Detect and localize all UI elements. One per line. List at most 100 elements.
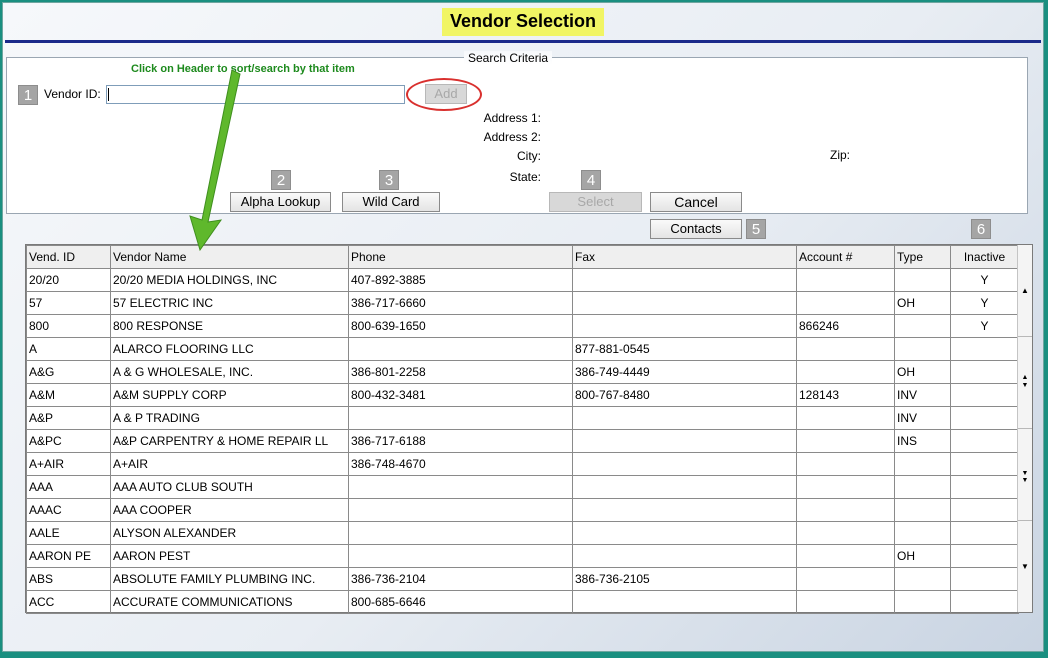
account-cell	[796, 268, 895, 292]
table-row[interactable]: 20/20 20/20 MEDIA HOLDINGS, INC 407-892-38…	[26, 268, 1019, 292]
phone-cell: 800-685-6646	[348, 590, 573, 614]
table-row[interactable]: A&PC A&P CARPENTRY & HOME REPAIR LL 386-71…	[26, 429, 1019, 453]
address2-label: Address 2:	[483, 130, 541, 144]
type-cell: INV	[894, 406, 951, 430]
type-cell: INS	[894, 429, 951, 453]
address1-label: Address 1:	[483, 111, 541, 125]
fax-cell	[572, 498, 797, 522]
table-row[interactable]: AARON PE AARON PEST OH	[26, 544, 1019, 568]
type-cell	[894, 337, 951, 361]
inactive-cell	[950, 475, 1019, 499]
table-row[interactable]: 57 57 ELECTRIC INC 386-717-6660 OH Y	[26, 291, 1019, 315]
phone-cell	[348, 544, 573, 568]
fax-cell	[572, 544, 797, 568]
annotation-oval	[406, 78, 482, 111]
table-row[interactable]: A ALARCO FLOORING LLC 877-881-0545	[26, 337, 1019, 361]
phone-cell: 800-432-3481	[348, 383, 573, 407]
vendor-name-cell: AAA AUTO CLUB SOUTH	[110, 475, 349, 499]
inactive-cell	[950, 452, 1019, 476]
col-header-fax[interactable]: Fax	[572, 245, 797, 269]
fax-cell	[572, 406, 797, 430]
vendor-name-cell: ABSOLUTE FAMILY PLUMBING INC.	[110, 567, 349, 591]
table-row[interactable]: A&P A & P TRADING INV	[26, 406, 1019, 430]
fax-cell	[572, 590, 797, 614]
table-row[interactable]: AAAC AAA COOPER	[26, 498, 1019, 522]
table-row[interactable]: A+AIR A+AIR 386-748-4670	[26, 452, 1019, 476]
table-row[interactable]: ACC ACCURATE COMMUNICATIONS 800-685-6646	[26, 590, 1019, 614]
fax-cell	[572, 521, 797, 545]
inactive-cell	[950, 406, 1019, 430]
table-row[interactable]: 800 800 RESPONSE 800-639-1650 866246 Y	[26, 314, 1019, 338]
phone-cell	[348, 498, 573, 522]
table-row[interactable]: A&M A&M SUPPLY CORP 800-432-3481 800-767-84…	[26, 383, 1019, 407]
phone-cell: 386-801-2258	[348, 360, 573, 384]
fax-cell	[572, 268, 797, 292]
table-row[interactable]: AAA AAA AUTO CLUB SOUTH	[26, 475, 1019, 499]
account-cell	[796, 406, 895, 430]
vend-id-cell: 57	[26, 291, 111, 315]
cancel-button[interactable]: Cancel	[650, 192, 742, 212]
inactive-cell: Y	[950, 314, 1019, 338]
vendor-name-cell: ACCURATE COMMUNICATIONS	[110, 590, 349, 614]
fax-cell: 386-749-4449	[572, 360, 797, 384]
grid-scrollbar[interactable]: ▲ ▲ ▼ ▼ ▼ ▼	[1017, 245, 1032, 612]
table-row[interactable]: A&G A & G WHOLESALE, INC. 386-801-2258 386-…	[26, 360, 1019, 384]
phone-cell	[348, 337, 573, 361]
scroll-page-down-button[interactable]: ▼ ▼	[1018, 429, 1032, 521]
fax-cell	[572, 475, 797, 499]
inactive-cell	[950, 383, 1019, 407]
scroll-page-up-icon: ▲ ▼	[1021, 374, 1029, 389]
table-row[interactable]: AALE ALYSON ALEXANDER	[26, 521, 1019, 545]
phone-cell: 386-717-6660	[348, 291, 573, 315]
phone-cell: 800-639-1650	[348, 314, 573, 338]
vend-id-cell: A&P	[26, 406, 111, 430]
type-cell	[894, 521, 951, 545]
inactive-cell	[950, 429, 1019, 453]
col-header-vend-id[interactable]: Vend. ID	[26, 245, 111, 269]
inactive-cell	[950, 590, 1019, 614]
vend-id-cell: A&PC	[26, 429, 111, 453]
phone-cell: 407-892-3885	[348, 268, 573, 292]
vend-id-cell: A&M	[26, 383, 111, 407]
vendor-grid: Vend. ID Vendor Name Phone Fax Account #…	[25, 244, 1033, 614]
scroll-up-button[interactable]: ▲	[1018, 245, 1032, 337]
account-cell: 128143	[796, 383, 895, 407]
type-cell	[894, 314, 951, 338]
title-divider	[5, 40, 1041, 43]
contacts-button[interactable]: Contacts	[650, 219, 742, 239]
text-cursor	[108, 88, 109, 101]
alpha-lookup-button[interactable]: Alpha Lookup	[230, 192, 331, 212]
phone-cell: 386-736-2104	[348, 567, 573, 591]
vendor-id-input[interactable]	[106, 85, 405, 104]
step-6-badge: 6	[971, 219, 991, 239]
scroll-page-down-icon: ▼ ▼	[1021, 470, 1029, 484]
col-header-vendor-name[interactable]: Vendor Name	[110, 245, 349, 269]
col-header-type[interactable]: Type	[894, 245, 951, 269]
type-cell	[894, 590, 951, 614]
scroll-page-up-button[interactable]: ▲ ▼	[1018, 337, 1032, 429]
inactive-cell	[950, 544, 1019, 568]
fax-cell: 386-736-2105	[572, 567, 797, 591]
account-cell	[796, 475, 895, 499]
account-cell: 866246	[796, 314, 895, 338]
step-1-badge: 1	[18, 85, 38, 105]
scroll-down-button[interactable]: ▼	[1018, 521, 1032, 612]
step-5-badge: 5	[746, 219, 766, 239]
type-cell	[894, 475, 951, 499]
select-button[interactable]: Select	[549, 192, 642, 212]
grid-header-row: Vend. ID Vendor Name Phone Fax Account #…	[26, 245, 1019, 269]
col-header-inactive[interactable]: Inactive	[950, 245, 1019, 269]
account-cell	[796, 452, 895, 476]
vendor-name-cell: A+AIR	[110, 452, 349, 476]
search-criteria-legend: Search Criteria	[464, 51, 553, 65]
wild-card-button[interactable]: Wild Card	[342, 192, 440, 212]
city-label: City:	[517, 149, 541, 163]
fax-cell	[572, 452, 797, 476]
state-label: State:	[509, 170, 541, 184]
step-4-badge: 4	[581, 170, 601, 190]
table-row[interactable]: ABS ABSOLUTE FAMILY PLUMBING INC. 386-736-…	[26, 567, 1019, 591]
col-header-phone[interactable]: Phone	[348, 245, 573, 269]
vendor-name-cell: AAA COOPER	[110, 498, 349, 522]
col-header-account[interactable]: Account #	[796, 245, 895, 269]
account-cell	[796, 498, 895, 522]
